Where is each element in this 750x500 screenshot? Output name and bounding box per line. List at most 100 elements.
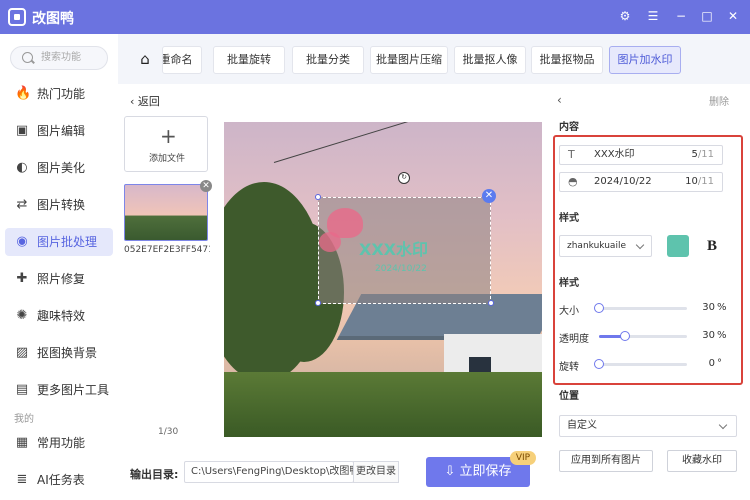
slider-value: 0 — [708, 358, 715, 369]
toolbox-icon: ▤ — [15, 382, 29, 397]
save-label: 立即保存 — [459, 464, 512, 479]
title-bar: 改图鸭 ⚙ ☰ − □ ✕ — [0, 0, 750, 34]
sidebar-item-hot[interactable]: 🔥 热门功能 — [5, 80, 113, 108]
add-file-label: 添加文件 — [148, 154, 185, 164]
size-slider-track[interactable] — [594, 303, 687, 313]
minimize-icon[interactable]: − — [673, 8, 689, 24]
flower-decoration — [319, 232, 341, 252]
maximize-icon[interactable]: □ — [699, 8, 715, 24]
slider-label: 透明度 — [559, 334, 589, 345]
page-counter: 1/30 — [158, 427, 179, 437]
color-swatch[interactable] — [667, 235, 689, 257]
sidebar-item-convert[interactable]: ⇄ 图片转换 — [5, 191, 113, 219]
grid-icon: ▦ — [15, 435, 29, 450]
sidebar-item-label: 抠图换背景 — [37, 346, 98, 360]
slider-knob[interactable] — [594, 303, 604, 313]
font-select[interactable]: zhankukuaile — [559, 235, 652, 257]
tab-batch-rotate[interactable]: 批量旋转 — [213, 46, 285, 74]
sidebar: 搜索功能 🔥 热门功能 ▣ 图片编辑 ◐ 图片美化 ⇄ 图片转换 ◉ 图片批处理 ✚ 照片修… — [0, 34, 118, 500]
sidebar-item-label: 图片批处理 — [37, 235, 98, 249]
watermark-text-field[interactable]: T XXX水印 5/11 — [559, 145, 723, 165]
tab-batch-portrait-cutout[interactable]: 批量抠人像 — [454, 46, 526, 74]
batch-icon: ◉ — [16, 234, 28, 249]
section-label-my: 我的 — [14, 414, 34, 425]
cutout-icon: ▨ — [15, 345, 29, 360]
sidebar-item-more-tools[interactable]: ▤ 更多图片工具 — [5, 376, 113, 404]
resize-handle[interactable] — [488, 300, 494, 306]
app-logo-icon — [8, 8, 26, 26]
output-dir-label: 输出目录: — [130, 468, 179, 481]
resize-handle[interactable] — [315, 300, 321, 306]
opacity-slider-track[interactable] — [599, 331, 687, 341]
apply-all-button[interactable]: 应用到所有图片 — [559, 450, 653, 472]
sidebar-item-repair[interactable]: ✚ 照片修复 — [5, 265, 113, 293]
sidebar-item-label: 热门功能 — [37, 87, 86, 101]
rotation-slider-track[interactable] — [594, 359, 687, 369]
close-icon[interactable]: ✕ — [725, 8, 741, 24]
back-label: 返回 — [137, 95, 160, 108]
watermark-text: XXX水印 — [359, 240, 429, 259]
sidebar-item-favorites[interactable]: ▦ 常用功能 — [5, 429, 113, 457]
home-icon[interactable]: ⌂ — [136, 50, 154, 68]
change-dir-button[interactable]: 更改目录 — [353, 461, 399, 483]
output-path-field[interactable]: C:\Users\FengPing\Desktop\改图鸭 — [184, 461, 354, 483]
style-section-title: 样式 — [559, 213, 579, 224]
add-file-button[interactable]: + 添加文件 — [124, 116, 208, 172]
menu-icon[interactable]: ☰ — [645, 8, 661, 24]
image-thumbnail[interactable] — [124, 184, 208, 241]
task-list-icon: ≣ — [16, 472, 28, 487]
slider-unit: % — [717, 330, 727, 341]
slider-unit: % — [717, 302, 727, 313]
slider-knob[interactable] — [594, 359, 604, 369]
sidebar-item-effects[interactable]: ✺ 趣味特效 — [5, 302, 113, 330]
sidebar-item-edit[interactable]: ▣ 图片编辑 — [5, 117, 113, 145]
beautify-icon: ◐ — [16, 160, 28, 175]
sidebar-item-label: 图片编辑 — [37, 124, 86, 138]
repair-icon: ✚ — [16, 271, 28, 286]
feature-toolbar: ⌂ 批量重命名 批量旋转 批量分类 批量图片压缩 批量抠人像 批量抠物品 图片加… — [118, 34, 750, 84]
search-input[interactable]: 搜索功能 — [10, 46, 108, 70]
remove-thumbnail-icon[interactable]: ✕ — [200, 180, 212, 192]
tab-batch-rename[interactable]: 批量重命名 — [162, 46, 202, 74]
delete-button[interactable]: 删除 — [709, 93, 729, 108]
watermark-date: 2024/10/22 — [375, 264, 427, 274]
sidebar-item-label: 更多图片工具 — [37, 383, 110, 397]
corn-field — [224, 372, 542, 437]
watermark-overlay[interactable]: XXX水印 2024/10/22 — [318, 197, 491, 304]
tab-add-watermark[interactable]: 图片加水印 — [609, 46, 681, 74]
bold-toggle[interactable]: B — [707, 235, 717, 257]
app-title: 改图鸭 — [32, 11, 74, 27]
sidebar-item-label: 常用功能 — [37, 436, 86, 450]
file-name: 052E7EF2E3FF5471... — [124, 245, 210, 255]
sidebar-item-beautify[interactable]: ◐ 图片美化 — [5, 154, 113, 182]
slider-label: 大小 — [559, 306, 579, 317]
collect-watermark-button[interactable]: 收藏水印 — [667, 450, 737, 472]
image-icon: ▣ — [15, 123, 29, 138]
tab-batch-classify[interactable]: 批量分类 — [292, 46, 364, 74]
collapse-panel-icon[interactable]: ‹ — [557, 93, 562, 107]
resize-handle[interactable] — [315, 194, 321, 200]
remove-watermark-icon[interactable]: ✕ — [482, 189, 496, 203]
sparkle-icon: ✺ — [16, 308, 28, 323]
output-footer: 输出目录: C:\Users\FengPing\Desktop\改图鸭 更改目录… — [118, 450, 543, 500]
position-section-title: 位置 — [559, 391, 579, 402]
skin-icon[interactable]: ⚙ — [617, 8, 633, 24]
tab-batch-compress[interactable]: 批量图片压缩 — [370, 46, 448, 74]
sidebar-item-cutout[interactable]: ▨ 抠图换背景 — [5, 339, 113, 367]
tab-batch-object-cutout[interactable]: 批量抠物品 — [531, 46, 603, 74]
sidebar-item-label: 图片美化 — [37, 161, 86, 175]
position-select[interactable]: 自定义 — [559, 415, 737, 437]
image-preview[interactable]: ↻ XXX水印 2024/10/22 ✕ — [224, 122, 542, 437]
sidebar-item-batch[interactable]: ◉ 图片批处理 — [5, 228, 113, 256]
watermark-date-field[interactable]: ◓ 2024/10/22 10/11 — [559, 172, 723, 192]
slider-label: 旋转 — [559, 362, 579, 373]
rotate-handle-icon[interactable]: ↻ — [398, 172, 410, 184]
slider-value: 30 — [702, 302, 715, 313]
save-icon: ⇩ — [444, 464, 460, 479]
sidebar-item-label: AI任务表 — [37, 473, 85, 487]
chat-icon: ◓ — [568, 175, 578, 188]
vip-badge: VIP — [510, 451, 536, 465]
back-button[interactable]: ‹ 返回 — [130, 93, 160, 109]
slider-unit: ° — [717, 358, 722, 369]
sidebar-item-ai-tasks[interactable]: ≣ AI任务表 — [5, 466, 113, 494]
